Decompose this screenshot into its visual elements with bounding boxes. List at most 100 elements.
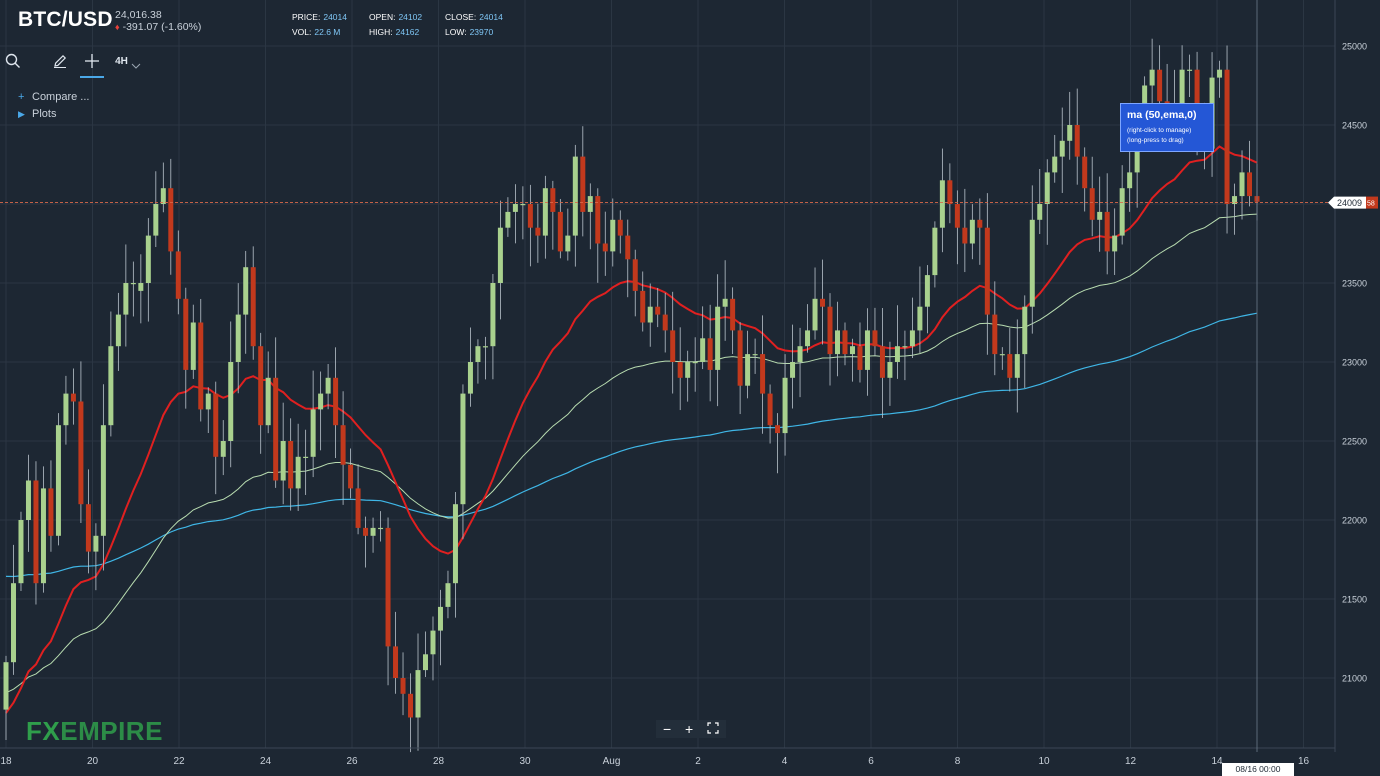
plots-menu-item[interactable]: ▶ Plots [18, 108, 56, 120]
study-tooltip[interactable]: ma (50,ema,0) (right-click to manage) (l… [1120, 103, 1214, 152]
candle-body [917, 306, 923, 331]
candle-body [655, 306, 661, 315]
ohlc-low-value: 23970 [469, 27, 494, 37]
candle-body [355, 488, 361, 528]
candle-body [280, 441, 286, 481]
x-tick-label: 22 [173, 756, 185, 767]
ohlc-high-label: HIGH: [369, 27, 393, 37]
candle-body [213, 393, 219, 457]
candle-body [520, 204, 526, 206]
candle-body [632, 259, 638, 291]
candle-body [1112, 235, 1118, 252]
draw-button[interactable] [48, 46, 72, 76]
price-tag-value: 24009 [1337, 198, 1362, 208]
candle-body [25, 480, 31, 520]
x-tick-label: 28 [433, 756, 445, 767]
ohlc-close-value: 24014 [479, 12, 503, 22]
ohlc-price-label: PRICE: [292, 12, 321, 22]
candle-body [670, 330, 676, 362]
ohlc-low-label: LOW: [445, 27, 467, 37]
candle-body [1052, 156, 1058, 173]
candle-body [924, 275, 930, 307]
candle-body [790, 362, 796, 378]
candle-body [542, 188, 548, 236]
candle-body [677, 362, 683, 378]
candle-body [647, 306, 653, 323]
candle-body [625, 235, 631, 260]
zoom-out-button[interactable]: − [663, 721, 671, 737]
candle-body [812, 298, 818, 331]
ohlc-high-value: 24162 [395, 27, 420, 37]
candle-body [115, 314, 121, 347]
chevron-down-icon [131, 63, 141, 69]
interval-select[interactable]: 4H [110, 46, 146, 76]
candle-body [887, 362, 893, 378]
candle-body [190, 322, 196, 370]
plus-icon: + [18, 91, 25, 103]
candle-body [730, 298, 736, 331]
candle-body [408, 693, 414, 718]
candle-body [1059, 140, 1065, 157]
candle-body [1127, 172, 1133, 189]
candle-body [617, 219, 623, 236]
fxempire-logo: FXEMPIRE [26, 716, 163, 747]
search-button[interactable] [2, 46, 24, 76]
candle-body [228, 362, 234, 441]
x-tick-label: 4 [782, 756, 788, 767]
candle-body [490, 283, 496, 347]
candle-body [1104, 211, 1110, 252]
candle-body [273, 377, 279, 481]
candle-body [1014, 354, 1020, 378]
interval-label: 4H [115, 55, 128, 67]
candle-body [250, 267, 256, 347]
candle-body [1247, 172, 1253, 197]
crosshair-date-label: 08/16 00:00 [1222, 763, 1294, 776]
search-icon [5, 53, 20, 68]
candle-body [1097, 211, 1103, 220]
candle-body [475, 346, 481, 362]
pencil-icon [54, 54, 67, 68]
candle-body [55, 425, 61, 536]
candle-body [1044, 172, 1050, 204]
candle-body [452, 504, 458, 584]
tooltip-hint-manage: (right-click to manage) [1127, 127, 1192, 134]
current-price-tag: 24009 58 [1328, 196, 1378, 209]
zoom-in-button[interactable]: + [685, 721, 693, 737]
candle-body [385, 527, 391, 647]
candle-body [363, 527, 369, 536]
candle-body [93, 535, 99, 552]
ohlc-vol: VOL: 22.6 M [292, 27, 340, 37]
candle-body [902, 346, 908, 348]
ohlc-close: CLOSE: 24014 [445, 12, 503, 22]
candle-body [10, 583, 16, 663]
x-tick-label: 10 [1038, 756, 1050, 767]
candle-body [70, 393, 76, 402]
candle-body [610, 219, 616, 252]
fit-screen-button[interactable] [707, 721, 719, 737]
candle-body [947, 180, 953, 204]
candle-body [857, 346, 863, 370]
candle-body [378, 527, 384, 530]
candle-body [969, 219, 975, 244]
candle-body [707, 338, 713, 370]
ohlc-open-label: OPEN: [369, 12, 396, 22]
candle-body [318, 393, 324, 410]
candle-body [565, 235, 571, 252]
ohlc-vol-label: VOL: [292, 27, 312, 37]
candle-body [160, 188, 166, 204]
candle-body [527, 204, 533, 228]
candle-body [827, 306, 833, 355]
y-tick-label: 21500 [1342, 595, 1367, 605]
candle-body [557, 211, 563, 252]
down-arrow-icon: ♦ [115, 22, 120, 32]
crosshair-button[interactable] [80, 46, 104, 78]
candle-body [872, 330, 878, 347]
candle-body [333, 377, 339, 426]
compare-menu-item[interactable]: + Compare ... [18, 91, 89, 103]
candle-body [587, 196, 593, 212]
triangle-right-icon: ▶ [18, 109, 25, 119]
candle-body [760, 354, 766, 394]
tooltip-hints: (right-click to manage) (long-press to d… [1127, 126, 1207, 146]
candle-body [123, 283, 129, 315]
x-tick-label: 16 [1298, 756, 1310, 767]
